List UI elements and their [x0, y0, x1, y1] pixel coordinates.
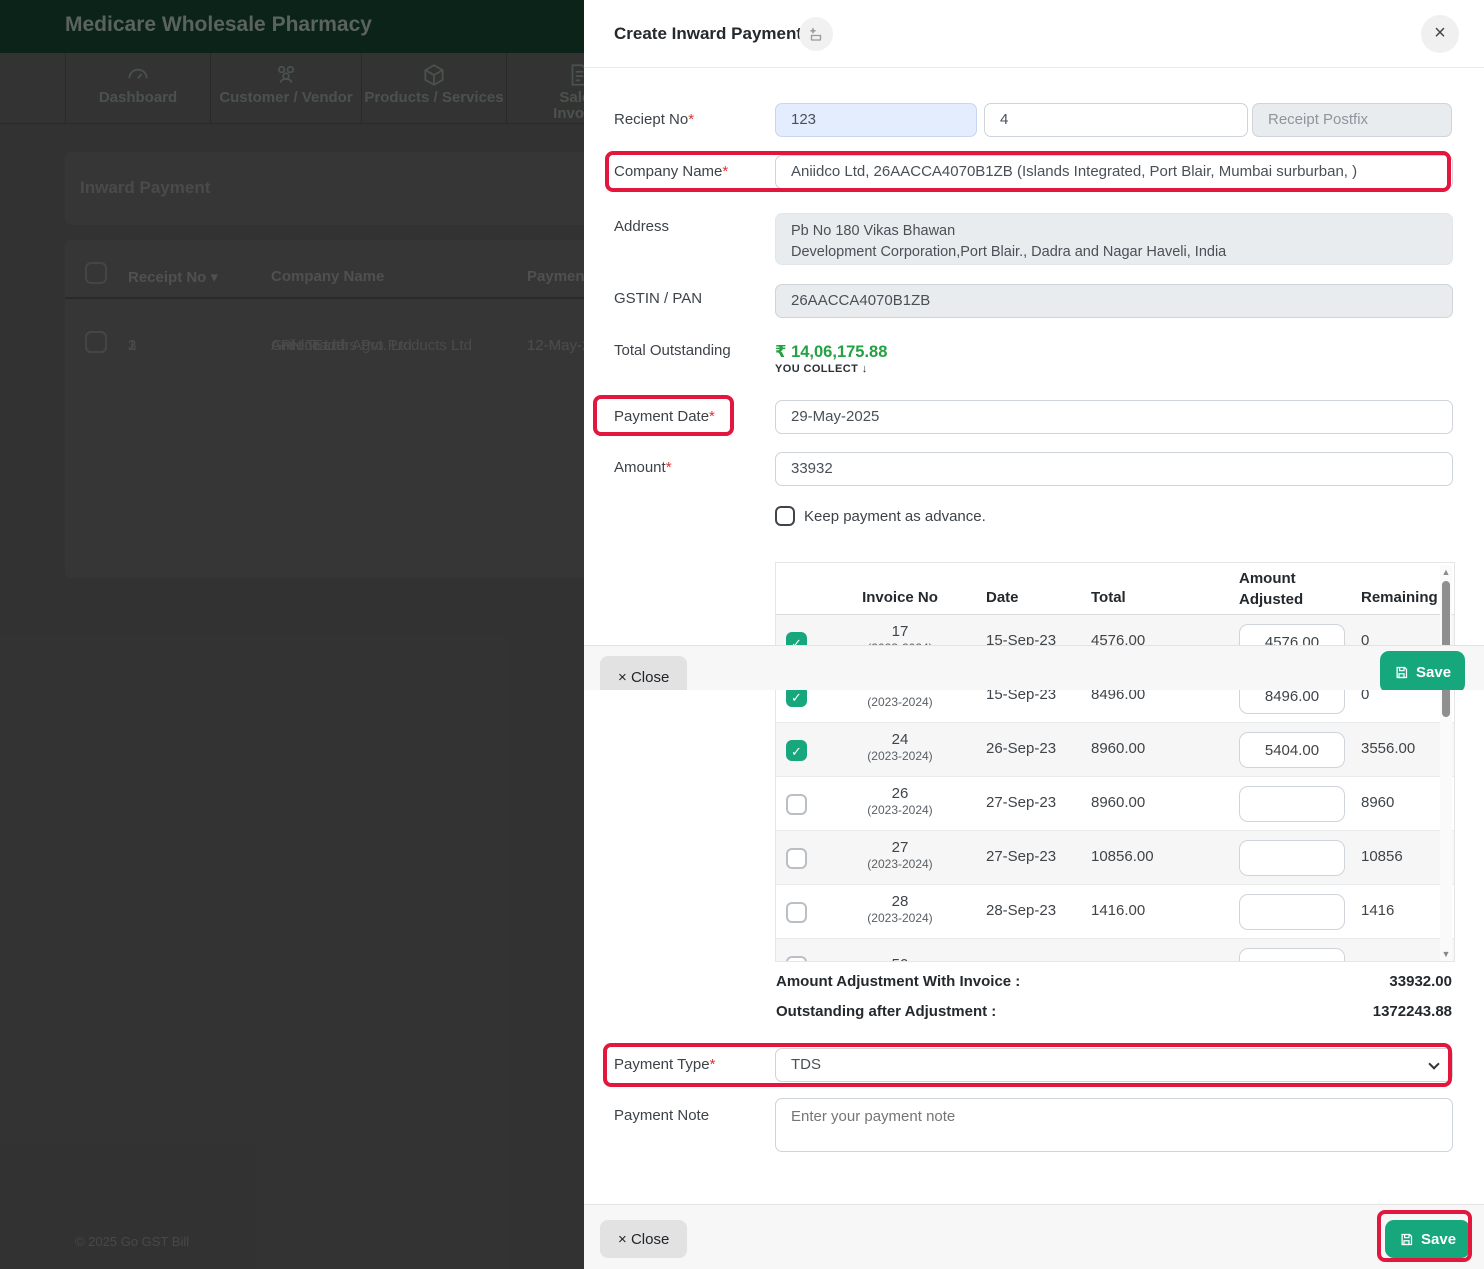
cell-remaining: 1416 [1361, 902, 1394, 919]
plus-tray-icon[interactable] [799, 17, 833, 51]
modal-footer: × Close Save [584, 1204, 1484, 1269]
total-outstanding-label: Total Outstanding [614, 342, 731, 359]
amount-input[interactable]: 33932 [775, 452, 1453, 486]
table-scrollbar[interactable]: ▲ ▼ [1440, 565, 1452, 961]
create-inward-payment-modal: Create Inward Payment × Reciept No* 123 … [584, 0, 1484, 1269]
cell-total: 8960.00 [1091, 740, 1145, 757]
invoice-row-checkbox[interactable] [786, 848, 807, 869]
scroll-down-icon[interactable]: ▼ [1440, 949, 1452, 959]
sticky-footer-band: × Close Save [584, 645, 1484, 690]
payment-date-label: Payment Date* [614, 408, 715, 425]
scroll-up-icon[interactable]: ▲ [1440, 567, 1452, 577]
close-icon[interactable]: × [1421, 15, 1459, 53]
invoice-row-checkbox[interactable] [786, 956, 807, 962]
invoice-row: 26(2023-2024) 27-Sep-23 8960.00 8960 [776, 777, 1454, 831]
invoice-row: 28(2023-2024) 28-Sep-23 1416.00 1416 [776, 885, 1454, 939]
cell-remaining: 3556.00 [1361, 740, 1415, 757]
cell-date: 27-Sep-23 [986, 794, 1056, 811]
payment-type-select[interactable]: TDS [775, 1048, 1453, 1082]
amount-adjusted-input[interactable] [1239, 948, 1345, 962]
close-button[interactable]: × Close [600, 1220, 687, 1258]
invoice-row: ✓ 24(2023-2024) 26-Sep-23 8960.00 3556.00 [776, 723, 1454, 777]
close-button[interactable]: × Close [600, 656, 687, 690]
amount-adjusted-input[interactable] [1239, 786, 1345, 822]
adjustment-total-value: 33932.00 [1389, 973, 1452, 990]
cell-invoice-no: 24(2023-2024) [840, 723, 960, 776]
cell-total: 8960.00 [1091, 794, 1145, 811]
adjustment-total-label: Amount Adjustment With Invoice : [776, 973, 1020, 990]
advance-checkbox-label: Keep payment as advance. [804, 508, 986, 525]
cell-invoice-no: 27(2023-2024) [840, 831, 960, 884]
amount-adjusted-input[interactable] [1239, 732, 1345, 768]
total-outstanding-amount: ₹ 14,06,175.88 [775, 342, 887, 362]
invoice-row: 27(2023-2024) 27-Sep-23 10856.00 10856 [776, 831, 1454, 885]
gstin-label: GSTIN / PAN [614, 290, 702, 307]
amount-adjusted-input[interactable] [1239, 840, 1345, 876]
you-collect-note: YOU COLLECT ↓ [775, 363, 868, 375]
outstanding-after-value: 1372243.88 [1373, 1003, 1452, 1020]
col-date: Date [986, 589, 1019, 606]
payment-note-label: Payment Note [614, 1107, 709, 1124]
amount-adjusted-input[interactable] [1239, 894, 1345, 930]
screen: Medicare Wholesale Pharmacy Dashboard Cu… [0, 0, 1484, 1269]
col-total: Total [1091, 589, 1126, 606]
cell-date: 26-Sep-23 [986, 740, 1056, 757]
col-remaining: Remaining [1361, 589, 1438, 606]
address-line2: Development Corporation,Port Blair., Dad… [791, 242, 1437, 263]
cell-invoice-no: 26(2023-2024) [840, 777, 960, 830]
gstin-field: 26AACCA4070B1ZB [775, 284, 1453, 318]
invoice-table-header: Invoice No Date Total AmountAdjusted Rem… [776, 563, 1454, 615]
receipt-no-label: Reciept No* [614, 111, 694, 128]
cell-date: 28-Sep-23 [986, 902, 1056, 919]
address-line1: Pb No 180 Vikas Bhawan [791, 221, 1437, 242]
cell-total: 10856.00 [1091, 848, 1154, 865]
modal-header: Create Inward Payment × [584, 0, 1484, 68]
payment-date-input[interactable]: 29-May-2025 [775, 400, 1453, 434]
chevron-down-icon [1428, 1058, 1439, 1069]
invoice-row-checkbox[interactable] [786, 794, 807, 815]
outstanding-after-label: Outstanding after Adjustment : [776, 1003, 996, 1020]
payment-type-label: Payment Type* [614, 1056, 715, 1073]
cell-date: 27-Sep-23 [986, 848, 1056, 865]
address-label: Address [614, 218, 669, 235]
company-name-input[interactable]: Aniidco Ltd, 26AACCA4070B1ZB (Islands In… [775, 155, 1453, 189]
col-invoice-no: Invoice No [840, 589, 960, 606]
payment-note-input[interactable] [775, 1098, 1453, 1152]
address-field: Pb No 180 Vikas Bhawan Development Corpo… [775, 213, 1453, 265]
cell-invoice-no: 50 [840, 939, 960, 962]
save-button[interactable]: Save [1385, 1220, 1470, 1258]
payment-type-value: TDS [791, 1056, 821, 1073]
advance-checkbox[interactable] [775, 506, 795, 526]
receipt-number-input[interactable]: 4 [984, 103, 1248, 137]
col-amount-adjusted: AmountAdjusted [1239, 568, 1303, 610]
invoice-adjustment-table: Invoice No Date Total AmountAdjusted Rem… [775, 562, 1455, 962]
invoice-row-checkbox[interactable] [786, 902, 807, 923]
receipt-postfix-input[interactable]: Receipt Postfix [1252, 103, 1452, 137]
receipt-prefix-input[interactable]: 123 [775, 103, 977, 137]
cell-remaining: 8960 [1361, 794, 1394, 811]
cell-invoice-no: 28(2023-2024) [840, 885, 960, 938]
cell-remaining: 10856 [1361, 848, 1403, 865]
modal-title: Create Inward Payment [614, 24, 802, 44]
cell-total: 1416.00 [1091, 902, 1145, 919]
invoice-row-checkbox[interactable]: ✓ [786, 740, 807, 761]
save-button[interactable]: Save [1380, 651, 1465, 690]
company-name-label: Company Name* [614, 163, 728, 180]
amount-label: Amount* [614, 459, 672, 476]
invoice-row: 50 [776, 939, 1454, 962]
